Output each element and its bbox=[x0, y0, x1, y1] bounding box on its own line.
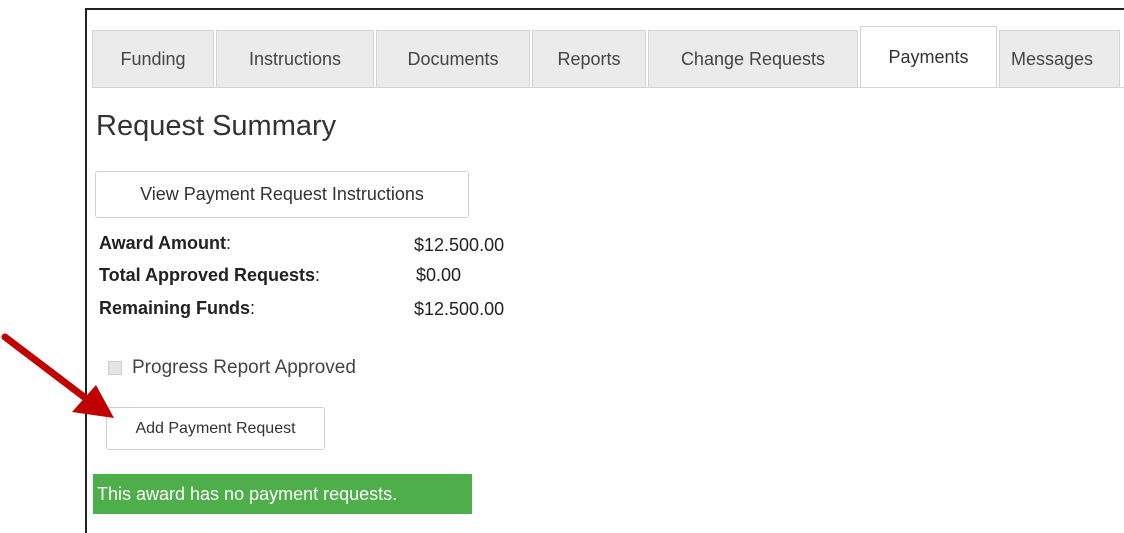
remaining-funds-value: $12.500.00 bbox=[414, 299, 505, 319]
tab-payments[interactable]: Payments bbox=[860, 26, 997, 88]
page: Funding Instructions Documents Reports C… bbox=[0, 0, 1124, 533]
tab-divider bbox=[92, 87, 1124, 88]
tab-change-requests[interactable]: Change Requests bbox=[648, 30, 858, 88]
tab-reports[interactable]: Reports bbox=[532, 30, 646, 88]
award-amount-value: $12.500.00 bbox=[414, 235, 505, 255]
tab-bar: Funding Instructions Documents Reports C… bbox=[92, 26, 1122, 88]
add-payment-request-button[interactable]: Add Payment Request bbox=[106, 407, 325, 450]
tab-documents[interactable]: Documents bbox=[376, 30, 530, 88]
red-arrow-icon bbox=[1, 333, 114, 418]
tab-messages[interactable]: Messages bbox=[999, 30, 1120, 88]
progress-report-row: Progress Report Approved bbox=[108, 357, 356, 379]
tab-instructions[interactable]: Instructions bbox=[216, 30, 374, 88]
page-title: Request Summary bbox=[96, 110, 337, 142]
total-approved-value: $0.00 bbox=[416, 265, 462, 285]
total-approved-label: Total Approved Requests: bbox=[99, 265, 321, 285]
progress-report-label: Progress Report Approved bbox=[132, 357, 356, 378]
view-instructions-button[interactable]: View Payment Request Instructions bbox=[95, 171, 469, 218]
no-requests-alert: This award has no payment requests. bbox=[93, 474, 472, 514]
total-approved-label-text: Total Approved Requests bbox=[99, 265, 316, 285]
